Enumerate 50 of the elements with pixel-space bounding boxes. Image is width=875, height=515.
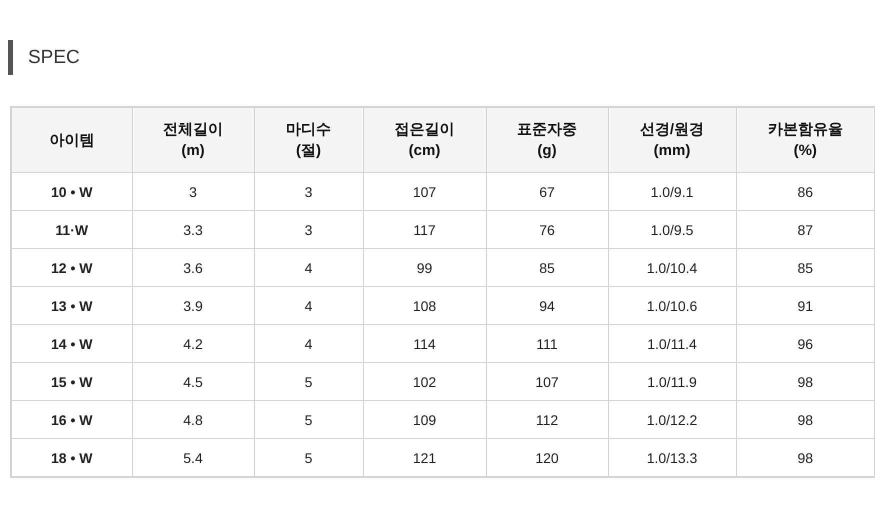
- table-cell: 4: [254, 248, 363, 286]
- table-cell: 102: [363, 362, 486, 400]
- table-cell: 5: [254, 362, 363, 400]
- table-cell: 10 • W: [11, 172, 132, 210]
- table-cell: 15 • W: [11, 362, 132, 400]
- table-cell: 3: [132, 172, 254, 210]
- column-header: 표준자중 (g): [486, 107, 608, 172]
- table-cell: 114: [363, 324, 486, 362]
- table-cell: 1.0/10.4: [608, 248, 736, 286]
- table-cell: 1.0/11.4: [608, 324, 736, 362]
- table-cell: 1.0/9.1: [608, 172, 736, 210]
- table-cell: 4.5: [132, 362, 254, 400]
- table-cell: 99: [363, 248, 486, 286]
- table-cell: 1.0/10.6: [608, 286, 736, 324]
- table-cell: 1.0/12.2: [608, 400, 736, 438]
- column-header: 선경/원경 (mm): [608, 107, 736, 172]
- table-cell: 85: [486, 248, 608, 286]
- column-header: 카본함유율 (%): [736, 107, 875, 172]
- table-cell: 4: [254, 324, 363, 362]
- table-cell: 4.8: [132, 400, 254, 438]
- table-cell: 11·W: [11, 210, 132, 248]
- table-cell: 1.0/11.9: [608, 362, 736, 400]
- table-cell: 16 • W: [11, 400, 132, 438]
- table-cell: 4.2: [132, 324, 254, 362]
- column-header: 전체길이 (m): [132, 107, 254, 172]
- section-title: SPEC: [28, 46, 80, 68]
- table-cell: 13 • W: [11, 286, 132, 324]
- table-cell: 3: [254, 210, 363, 248]
- table-cell: 14 • W: [11, 324, 132, 362]
- column-header: 아이템: [11, 107, 132, 172]
- table-cell: 76: [486, 210, 608, 248]
- table-cell: 5: [254, 400, 363, 438]
- table-cell: 4: [254, 286, 363, 324]
- table-cell: 112: [486, 400, 608, 438]
- table-cell: 3: [254, 172, 363, 210]
- table-cell: 67: [486, 172, 608, 210]
- table-cell: 107: [486, 362, 608, 400]
- column-header: 마디수 (절): [254, 107, 363, 172]
- table-cell: 109: [363, 400, 486, 438]
- table-cell: 111: [486, 324, 608, 362]
- table-cell: 107: [363, 172, 486, 210]
- table-cell: 3.9: [132, 286, 254, 324]
- table-cell: 3.6: [132, 248, 254, 286]
- table-cell: 12 • W: [11, 248, 132, 286]
- table-cell: 1.0/9.5: [608, 210, 736, 248]
- table-cell: 117: [363, 210, 486, 248]
- column-header: 접은길이 (cm): [363, 107, 486, 172]
- table-cell: 94: [486, 286, 608, 324]
- table-cell: 108: [363, 286, 486, 324]
- table-cell: 3.3: [132, 210, 254, 248]
